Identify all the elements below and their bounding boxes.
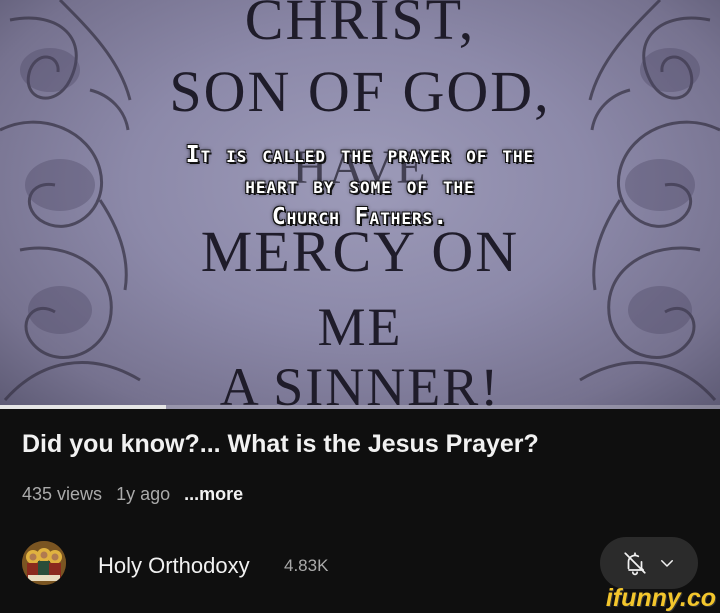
video-player[interactable]: CHRIST, SON OF GOD, HAVE MERCY ON ME A S…: [0, 0, 720, 409]
upload-age: 1y ago: [116, 484, 171, 504]
channel-name[interactable]: Holy Orthodoxy: [98, 553, 250, 579]
subscribed-notification-button[interactable]: [600, 537, 698, 589]
chevron-down-icon: [661, 560, 673, 567]
bell-off-icon: [624, 552, 646, 576]
video-progress-bar[interactable]: [0, 405, 720, 409]
plaque-line: A SINNER!: [219, 357, 501, 409]
channel-avatar[interactable]: [22, 541, 66, 585]
caption-line: Church Fathers.: [271, 204, 449, 230]
video-caption: It is called the prayer of the heart by …: [0, 140, 720, 233]
saints-avatar-icon: [22, 541, 66, 585]
video-progress-fill: [0, 405, 166, 409]
more-button[interactable]: ...more: [184, 484, 243, 504]
subscriber-count: 4.83K: [284, 556, 329, 575]
plaque-line: SON OF GOD,: [169, 59, 551, 124]
view-count: 435 views: [22, 484, 103, 504]
video-title[interactable]: Did you know?... What is the Jesus Praye…: [22, 430, 702, 459]
video-meta[interactable]: 435 views 1y ago ...more: [22, 484, 252, 505]
caption-line: It is called the prayer of the: [185, 142, 535, 168]
ifunny-watermark: ifunny.co: [605, 584, 716, 612]
plaque-line: ME: [317, 297, 403, 357]
plaque-line: CHRIST,: [244, 0, 476, 52]
caption-line: heart by some of the: [245, 173, 475, 199]
